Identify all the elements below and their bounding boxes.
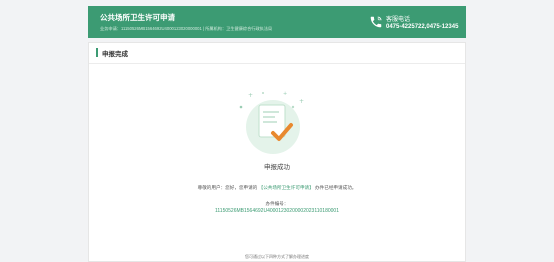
svg-text:+: + [283, 91, 287, 97]
section-accent-bar [96, 48, 98, 57]
result-card: 申报完成 + + + 申报成功 尊敬的用户：您好，您申请的 【公共场所卫生许可申… [88, 42, 466, 262]
page-subtitle: 业务申请：11150526MB1564692U4000123020000001 … [100, 26, 273, 31]
case-number-value: 11150526MB1564692U4000123020000202311018… [214, 208, 339, 214]
card-title: 申报完成 [102, 51, 128, 58]
svg-text:+: + [299, 98, 304, 105]
phone-icon [370, 16, 382, 28]
progress-hint: 您可通过以下四种方式了解办理进度 [245, 254, 309, 259]
card-header: 申报完成 [89, 43, 465, 64]
service-phone-label: 客服电话 [386, 17, 411, 23]
service-phone-number: 0475-4225722,0475-12345 [386, 24, 459, 30]
case-number-label: 办件编号： [265, 201, 289, 206]
message-prefix: 尊敬的用户：您好，您申请的 [197, 185, 258, 190]
success-title: 申报成功 [264, 164, 290, 171]
message-suffix: 办件已经申请成功。 [315, 185, 357, 190]
page-title: 公共场所卫生许可申请 [100, 13, 175, 22]
app-header: 公共场所卫生许可申请 业务申请：11150526MB1564692U400012… [88, 6, 466, 38]
success-message: 尊敬的用户：您好，您申请的 【公共场所卫生许可申请】 办件已经申请成功。 [89, 185, 465, 191]
svg-text:+: + [248, 92, 253, 99]
application-name-link[interactable]: 【公共场所卫生许可申请】 [259, 185, 314, 190]
success-illustration: + + + [239, 91, 304, 154]
